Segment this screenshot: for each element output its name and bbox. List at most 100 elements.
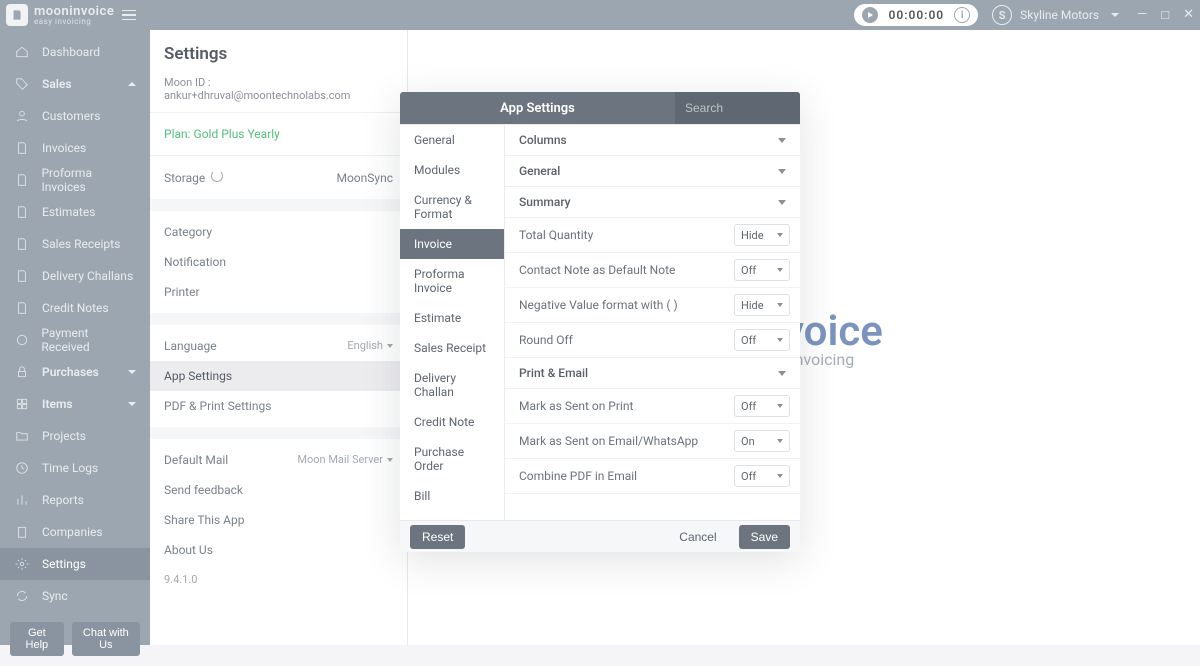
- sidebar-item-label: Purchases: [42, 365, 99, 379]
- search-input[interactable]: [685, 101, 800, 115]
- save-button[interactable]: Save: [739, 525, 790, 549]
- category-estimate[interactable]: Estimate: [400, 303, 504, 333]
- chevron-down-icon: [777, 268, 783, 272]
- category-debit-note[interactable]: Debit Note: [400, 511, 504, 520]
- chevron-down-icon: [778, 138, 786, 143]
- sidebar-item-estimates[interactable]: Estimates: [0, 196, 150, 228]
- share-app-item[interactable]: Share This App: [150, 505, 407, 535]
- option-dropdown[interactable]: Hide: [734, 224, 790, 246]
- doc-icon: [14, 268, 30, 284]
- reset-button[interactable]: Reset: [410, 525, 465, 549]
- option-value: Off: [741, 400, 756, 413]
- chat-button[interactable]: Chat with Us: [72, 622, 140, 656]
- section-title: Summary: [519, 195, 571, 209]
- sidebar-item-projects[interactable]: Projects: [0, 420, 150, 452]
- notification-item[interactable]: Notification: [150, 247, 407, 277]
- info-icon[interactable]: i: [954, 7, 970, 23]
- option-dropdown[interactable]: Off: [734, 259, 790, 281]
- sidebar-item-proforma-invoices[interactable]: Proforma Invoices: [0, 164, 150, 196]
- category-proforma-invoice[interactable]: Proforma Invoice: [400, 259, 504, 303]
- option-dropdown[interactable]: Off: [734, 395, 790, 417]
- window-close-icon[interactable]: ✕: [1183, 7, 1194, 23]
- option-row: Mark as Sent on PrintOff: [505, 389, 800, 424]
- default-mail-row[interactable]: Default Mail Moon Mail Server: [150, 445, 407, 475]
- option-dropdown[interactable]: Off: [734, 465, 790, 487]
- sidebar-item-label: Invoices: [42, 141, 86, 155]
- sidebar-item-payment-received[interactable]: Payment Received: [0, 324, 150, 356]
- sidebar-item-sales[interactable]: Sales: [0, 68, 150, 100]
- category-currency-format[interactable]: Currency & Format: [400, 185, 504, 229]
- sidebar-item-reports[interactable]: Reports: [0, 484, 150, 516]
- option-dropdown[interactable]: Off: [734, 329, 790, 351]
- sidebar-item-purchases[interactable]: Purchases: [0, 356, 150, 388]
- category-invoice[interactable]: Invoice: [400, 229, 504, 259]
- option-label: Total Quantity: [519, 228, 593, 242]
- doc-icon: [14, 204, 30, 220]
- user-menu[interactable]: S Skyline Motors: [992, 5, 1119, 25]
- modal-search[interactable]: [675, 92, 800, 124]
- sidebar-item-companies[interactable]: Companies: [0, 516, 150, 548]
- modal-header: App Settings: [400, 92, 800, 124]
- option-value: Off: [741, 264, 756, 277]
- sidebar-item-items[interactable]: Items: [0, 388, 150, 420]
- printer-item[interactable]: Printer: [150, 277, 407, 307]
- window-minimize-icon[interactable]: —: [1137, 7, 1147, 23]
- sidebar-item-sync[interactable]: Sync: [0, 580, 150, 612]
- category-credit-note[interactable]: Credit Note: [400, 407, 504, 437]
- option-label: Combine PDF in Email: [519, 469, 637, 483]
- plan-line[interactable]: Plan: Gold Plus Yearly: [150, 119, 407, 149]
- category-item[interactable]: Category: [150, 217, 407, 247]
- option-dropdown[interactable]: On: [734, 430, 790, 452]
- brand: mooninvoice easy invoicing: [6, 4, 114, 26]
- sidebar-item-invoices[interactable]: Invoices: [0, 132, 150, 164]
- option-row: Combine PDF in Email Off: [505, 459, 800, 494]
- section-summary[interactable]: Summary: [505, 187, 800, 218]
- language-value: English: [347, 339, 383, 352]
- chevron-down-icon: [128, 402, 136, 406]
- chevron-down-icon: [777, 303, 783, 307]
- language-row[interactable]: Language English: [150, 331, 407, 361]
- option-value: On: [741, 435, 755, 448]
- sidebar-item-delivery-challans[interactable]: Delivery Challans: [0, 260, 150, 292]
- sidebar-item-customers[interactable]: Customers: [0, 100, 150, 132]
- modal-title: App Settings: [400, 101, 675, 116]
- section-title: Columns: [519, 133, 567, 147]
- send-feedback-item[interactable]: Send feedback: [150, 475, 407, 505]
- section-columns[interactable]: Columns: [505, 125, 800, 156]
- section-general[interactable]: General: [505, 156, 800, 187]
- timer-value: 00:00:00: [888, 8, 944, 22]
- category-sales-receipt[interactable]: Sales Receipt: [400, 333, 504, 363]
- category-modules[interactable]: Modules: [400, 155, 504, 185]
- option-dropdown[interactable]: Hide: [734, 294, 790, 316]
- sidebar-item-label: Time Logs: [42, 461, 98, 475]
- category-general[interactable]: General: [400, 125, 504, 155]
- chevron-down-icon: [387, 458, 393, 462]
- sidebar-item-credit-notes[interactable]: Credit Notes: [0, 292, 150, 324]
- title-bar: mooninvoice easy invoicing 00:00:00 i S …: [0, 0, 1200, 30]
- sidebar-item-dashboard[interactable]: Dashboard: [0, 36, 150, 68]
- sidebar: DashboardSales Customers Invoices Proforma …: [0, 30, 150, 645]
- option-value: Hide: [741, 299, 764, 312]
- sidebar-item-label: Customers: [42, 109, 100, 123]
- get-help-button[interactable]: Get Help: [10, 622, 64, 656]
- refresh-icon[interactable]: [211, 170, 223, 182]
- category-purchase-order[interactable]: Purchase Order: [400, 437, 504, 481]
- timer-widget[interactable]: 00:00:00 i: [854, 4, 978, 26]
- sidebar-item-settings[interactable]: Settings: [0, 548, 150, 580]
- storage-row[interactable]: Storage MoonSync: [150, 162, 407, 193]
- pdf-print-item[interactable]: PDF & Print Settings: [150, 391, 407, 421]
- sidebar-item-sales-receipts[interactable]: Sales Receipts: [0, 228, 150, 260]
- app-settings-item[interactable]: App Settings: [150, 361, 407, 391]
- clock-icon: [14, 460, 30, 476]
- chevron-down-icon: [777, 474, 783, 478]
- category-bill[interactable]: Bill: [400, 481, 504, 511]
- section-print-email[interactable]: Print & Email: [505, 358, 800, 389]
- window-maximize-icon[interactable]: □: [1161, 7, 1169, 23]
- chevron-down-icon: [777, 404, 783, 408]
- category-delivery-challan[interactable]: Delivery Challan: [400, 363, 504, 407]
- about-item[interactable]: About Us: [150, 535, 407, 565]
- cancel-button[interactable]: Cancel: [667, 525, 728, 549]
- sidebar-item-time-logs[interactable]: Time Logs: [0, 452, 150, 484]
- menu-toggle-icon[interactable]: [122, 10, 136, 21]
- play-icon[interactable]: [862, 7, 878, 23]
